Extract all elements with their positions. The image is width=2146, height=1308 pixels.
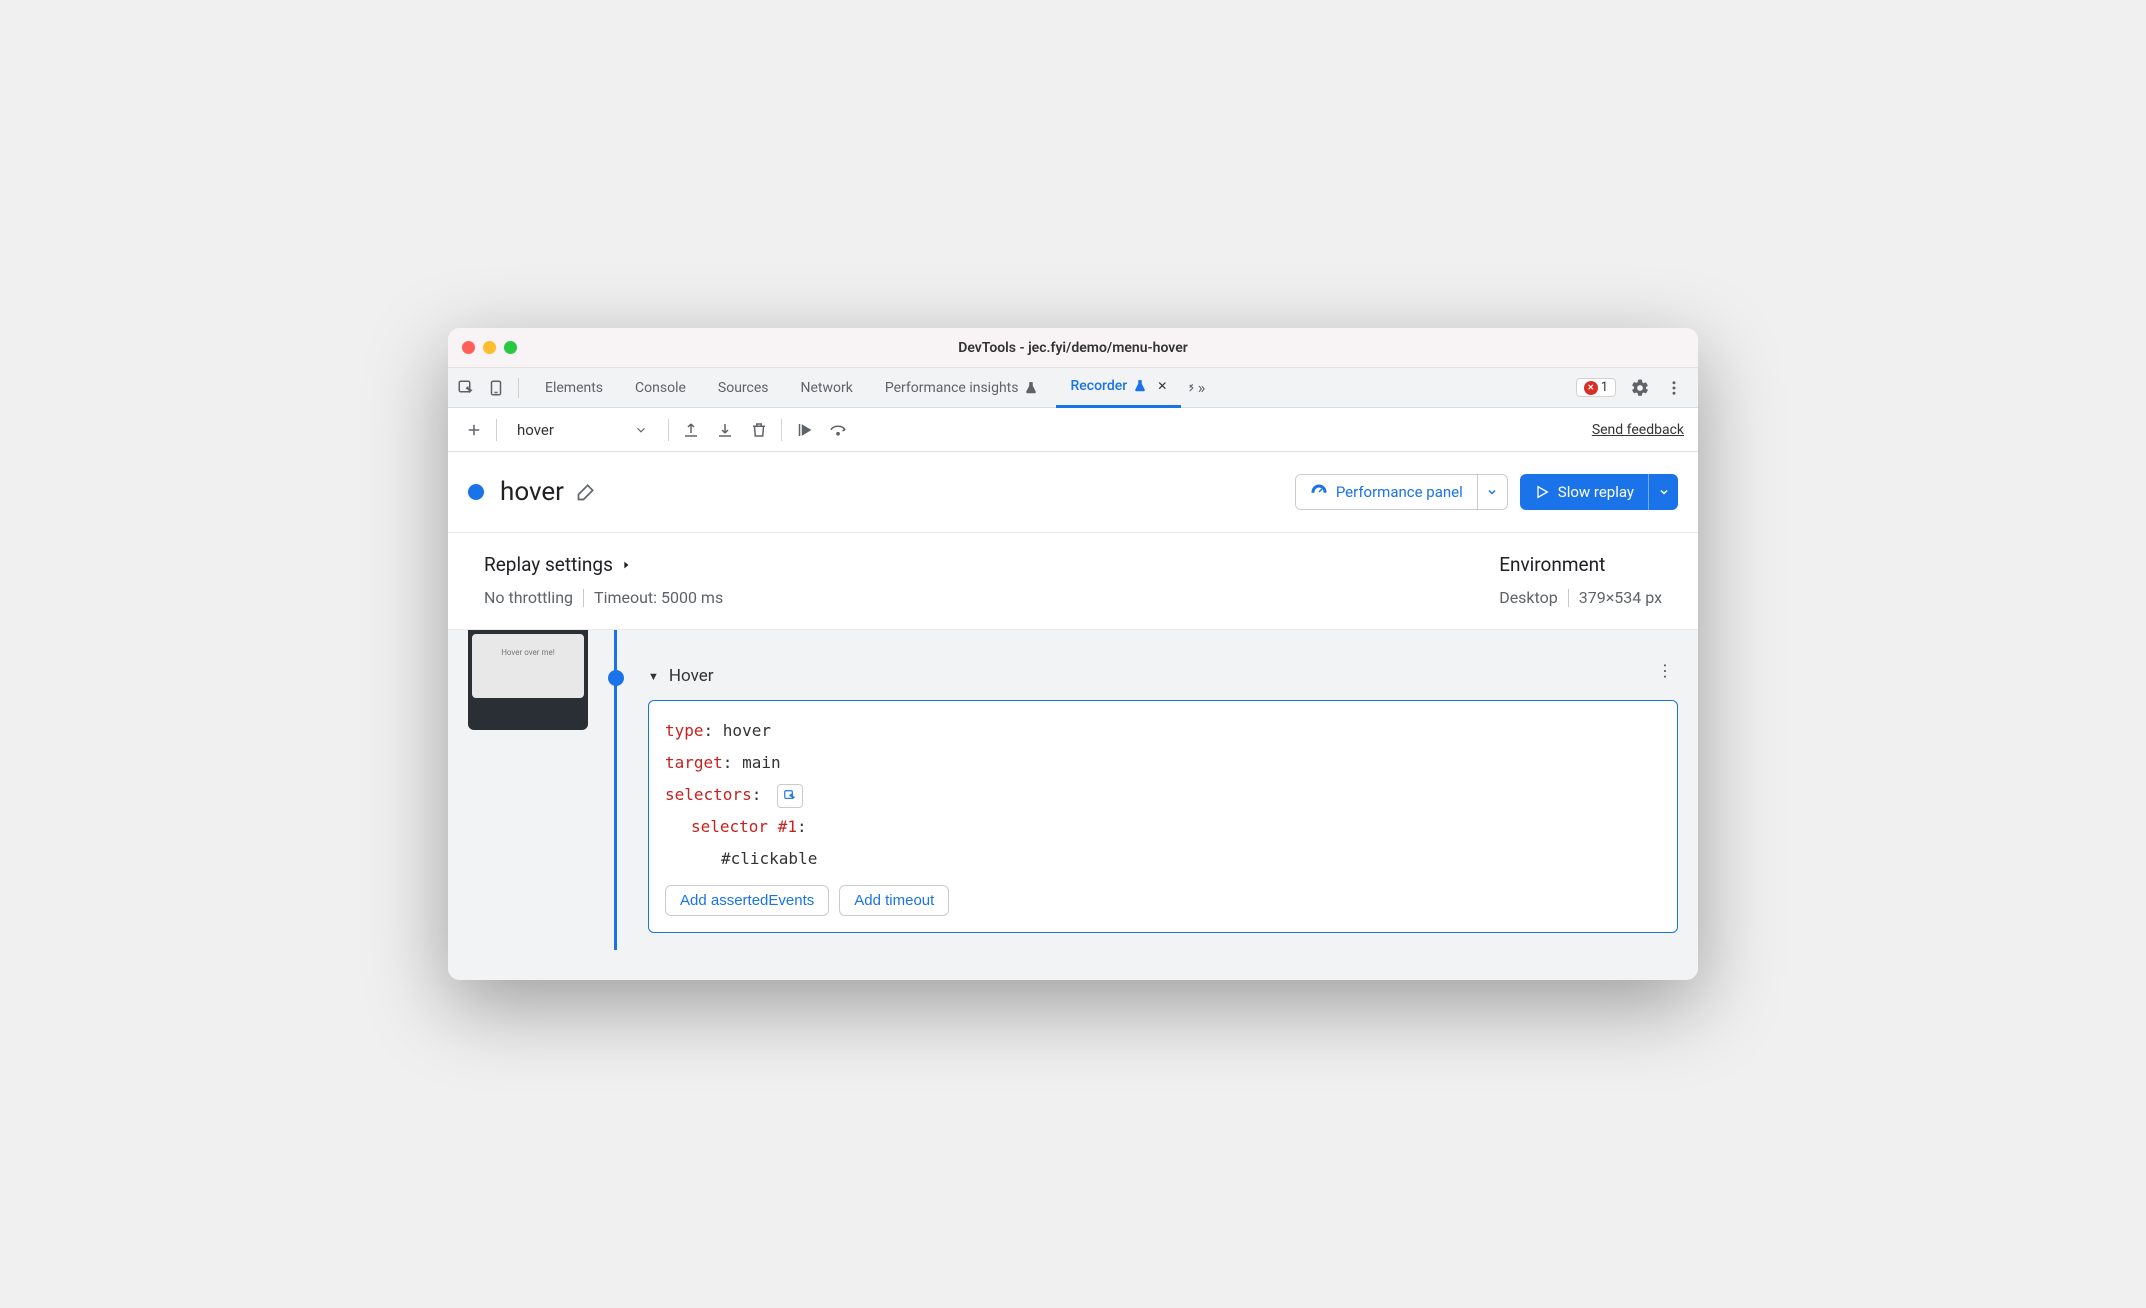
inspect-icon[interactable] [456,378,476,398]
timeline: Hover over me! ▼ Hover ⋯ type: hover tar… [448,630,1698,980]
separator [496,419,497,441]
continue-button[interactable] [792,418,816,442]
send-feedback-link[interactable]: Send feedback [1592,422,1684,438]
prop-key: type [665,721,704,740]
flask-icon [1133,379,1147,393]
step-menu-button[interactable]: ⋯ [1655,663,1675,690]
replay-settings-toggle[interactable]: Replay settings [484,553,723,576]
prop-value[interactable]: hover [723,721,771,740]
close-icon[interactable]: ✕ [1157,379,1167,393]
chevron-down-icon [1658,486,1670,498]
step-marker [608,670,624,686]
throttling-value: No throttling [484,588,573,607]
devtools-tabbar: Elements Console Sources Network Perform… [448,368,1698,408]
settings-row: Replay settings No throttling Timeout: 5… [448,533,1698,630]
thumbnail-caption: Hover over me! [472,634,584,698]
tab-label: Performance insights [885,380,1019,396]
kebab-menu-icon[interactable] [1664,378,1684,398]
recording-header: hover Performance panel Slow replay [448,452,1698,533]
performance-panel-dropdown[interactable] [1477,475,1507,509]
separator [583,589,584,607]
step-details: type: hover target: main selectors: sele… [648,700,1678,933]
prop-key: target [665,753,723,772]
recording-select-label: hover [517,421,554,439]
recording-selector[interactable]: hover [507,421,658,439]
tab-elements[interactable]: Elements [531,368,617,408]
import-button[interactable] [713,418,737,442]
prop-key: selector #1 [691,817,797,836]
flask-icon [1024,381,1038,395]
recording-title: hover [500,477,564,507]
error-icon [1584,381,1598,395]
step-over-button[interactable] [826,418,850,442]
selector-value[interactable]: #clickable [721,849,817,868]
separator [781,419,782,441]
tab-console[interactable]: Console [621,368,700,408]
chevron-right-icon [621,558,631,572]
step-title: Hover [669,666,714,686]
recorder-toolbar: hover Send feedback [448,408,1698,452]
step-header[interactable]: ▼ Hover ⋯ [638,666,1678,686]
device-value: Desktop [1499,588,1558,607]
edit-title-button[interactable] [576,482,596,502]
close-window-button[interactable] [462,341,475,354]
prop-key: selectors [665,785,752,804]
settings-title-label: Replay settings [484,553,613,576]
caret-down-icon: ▼ [648,670,659,683]
slow-replay-dropdown[interactable] [1648,474,1678,510]
minimize-window-button[interactable] [483,341,496,354]
timeout-value: Timeout: 5000 ms [594,588,723,607]
chevron-down-icon [634,423,648,437]
separator [1568,589,1569,607]
button-label: Performance panel [1336,483,1463,501]
export-button[interactable] [679,418,703,442]
environment-title: Environment [1499,553,1605,576]
tab-label: Recorder [1070,378,1127,394]
slow-replay-button[interactable]: Slow replay [1520,474,1678,510]
settings-icon[interactable] [1630,378,1650,398]
performance-panel-button[interactable]: Performance panel [1295,474,1508,510]
element-picker-button[interactable] [777,784,803,808]
tab-recorder[interactable]: Recorder ✕ [1056,368,1181,408]
tab-sources[interactable]: Sources [704,368,783,408]
tab-network[interactable]: Network [787,368,867,408]
device-toggle-icon[interactable] [486,378,506,398]
gauge-icon [1310,483,1328,501]
recording-status-dot [468,484,484,500]
separator [668,419,669,441]
viewport-value: 379×534 px [1579,588,1662,607]
window-title: DevTools - jec.fyi/demo/menu-hover [448,340,1698,356]
add-asserted-events-button[interactable]: Add assertedEvents [665,885,829,916]
prop-value[interactable]: main [742,753,781,772]
button-label: Slow replay [1558,483,1634,501]
add-timeout-button[interactable]: Add timeout [839,885,949,916]
more-tabs-icon[interactable]: » [1185,378,1205,398]
traffic-lights [462,341,517,354]
error-count-badge[interactable]: 1 [1576,378,1616,397]
tab-performance-insights[interactable]: Performance insights [871,368,1053,408]
error-count: 1 [1601,380,1608,395]
play-icon [1534,484,1550,500]
chevron-down-icon [1486,486,1498,498]
maximize-window-button[interactable] [504,341,517,354]
titlebar: DevTools - jec.fyi/demo/menu-hover [448,328,1698,368]
devtools-window: DevTools - jec.fyi/demo/menu-hover Eleme… [448,328,1698,980]
add-recording-button[interactable] [462,418,486,442]
step-thumbnail[interactable]: Hover over me! [468,630,588,730]
delete-button[interactable] [747,418,771,442]
